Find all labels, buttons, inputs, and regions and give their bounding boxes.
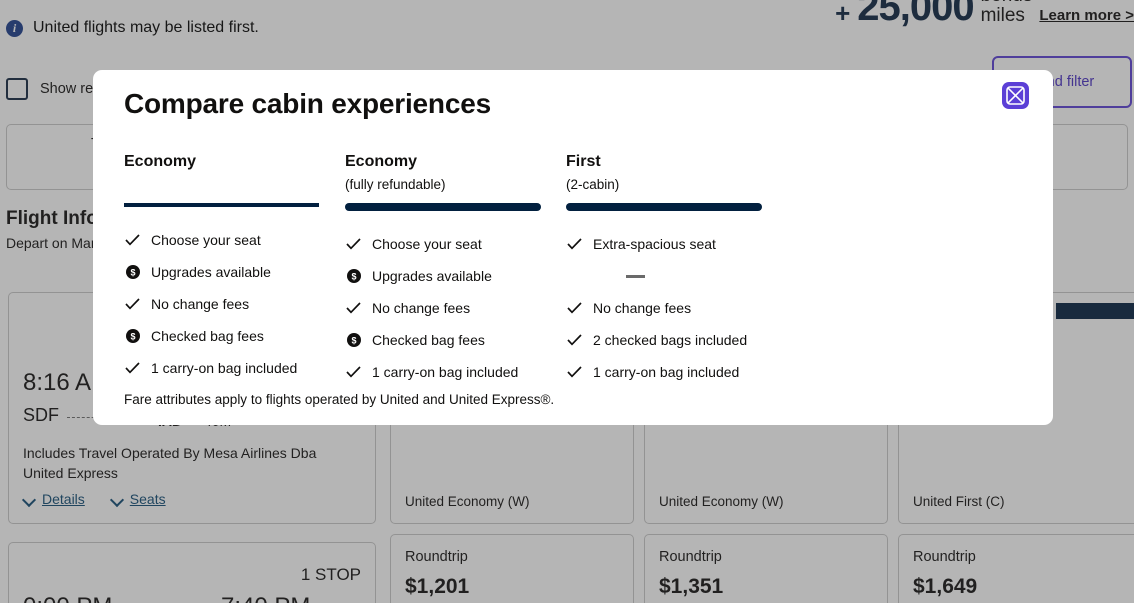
feature-row: 1 carry-on bag included [566, 356, 787, 388]
feature-row: $ Checked bag fees [345, 324, 566, 356]
cabin-column-economy: Economy Choose your seat $ Upgrades avai… [124, 153, 345, 388]
check-icon [566, 236, 583, 253]
feature-row-empty [566, 260, 787, 292]
svg-text:$: $ [351, 271, 356, 281]
dollar-circle-icon: $ [124, 264, 141, 281]
compare-cabin-modal: Compare cabin experiences Economy Choose… [93, 70, 1053, 425]
dollar-circle-icon: $ [345, 332, 362, 349]
cabin-accent-bar [566, 203, 762, 211]
cabin-subtitle: (fully refundable) [345, 177, 446, 192]
feature-row: $ Checked bag fees [124, 320, 345, 352]
dollar-circle-icon: $ [124, 328, 141, 345]
check-icon [345, 364, 362, 381]
feature-label: No change fees [593, 300, 692, 316]
feature-row: $ Upgrades available [124, 256, 345, 288]
feature-label: Checked bag fees [372, 332, 485, 348]
cabin-subtitle [124, 177, 345, 194]
check-icon [566, 364, 583, 381]
cabin-title: Economy [124, 153, 197, 170]
check-icon [124, 296, 141, 313]
check-icon [124, 360, 141, 377]
cabin-columns: Economy Choose your seat $ Upgrades avai… [124, 153, 787, 388]
feature-label: 1 carry-on bag included [372, 364, 519, 380]
feature-row: 2 checked bags included [566, 324, 787, 356]
check-icon [124, 232, 141, 249]
feature-row: No change fees [345, 292, 566, 324]
feature-row: Extra-spacious seat [566, 228, 787, 260]
cabin-column-first: First (2-cabin) Extra-spacious seat No c… [566, 153, 787, 388]
cabin-subtitle: (2-cabin) [566, 177, 620, 192]
feature-label: Choose your seat [372, 236, 482, 252]
feature-label: Upgrades available [151, 264, 271, 280]
check-icon [566, 332, 583, 349]
cabin-title: First [566, 153, 601, 170]
feature-label: 2 checked bags included [593, 332, 748, 348]
svg-text:$: $ [130, 267, 135, 277]
feature-label: No change fees [372, 300, 471, 316]
feature-row: No change fees [124, 288, 345, 320]
feature-label: 1 carry-on bag included [151, 360, 298, 376]
page-root: i United flights may be listed first. Sh… [0, 0, 1134, 603]
check-icon [566, 300, 583, 317]
close-button[interactable] [1002, 82, 1029, 109]
cabin-column-economy-refundable: Economy (fully refundable) Choose your s… [345, 153, 566, 388]
feature-list: Choose your seat $ Upgrades available No… [345, 228, 566, 388]
feature-list: Extra-spacious seat No change fees 2 che… [566, 228, 787, 388]
dash-icon [626, 274, 645, 278]
feature-row: Choose your seat [345, 228, 566, 260]
feature-list: Choose your seat $ Upgrades available No… [124, 224, 345, 384]
cabin-accent-bar [124, 203, 319, 207]
svg-text:$: $ [351, 335, 356, 345]
modal-footer-note: Fare attributes apply to flights operate… [124, 392, 555, 407]
svg-text:$: $ [130, 331, 135, 341]
feature-label: Choose your seat [151, 232, 261, 248]
cabin-accent-bar [345, 203, 541, 211]
feature-row: Choose your seat [124, 224, 345, 256]
feature-label: 1 carry-on bag included [593, 364, 740, 380]
check-icon [345, 236, 362, 253]
modal-title: Compare cabin experiences [124, 88, 491, 119]
feature-row: $ Upgrades available [345, 260, 566, 292]
cabin-title: Economy [345, 153, 418, 170]
dollar-circle-icon: $ [345, 268, 362, 285]
feature-row: 1 carry-on bag included [345, 356, 566, 388]
feature-label: Checked bag fees [151, 328, 264, 344]
feature-label: Upgrades available [372, 268, 492, 284]
close-icon [1006, 86, 1025, 105]
feature-label: No change fees [151, 296, 250, 312]
check-icon [345, 300, 362, 317]
feature-row: 1 carry-on bag included [124, 352, 345, 384]
feature-label: Extra-spacious seat [593, 236, 716, 252]
feature-row: No change fees [566, 292, 787, 324]
